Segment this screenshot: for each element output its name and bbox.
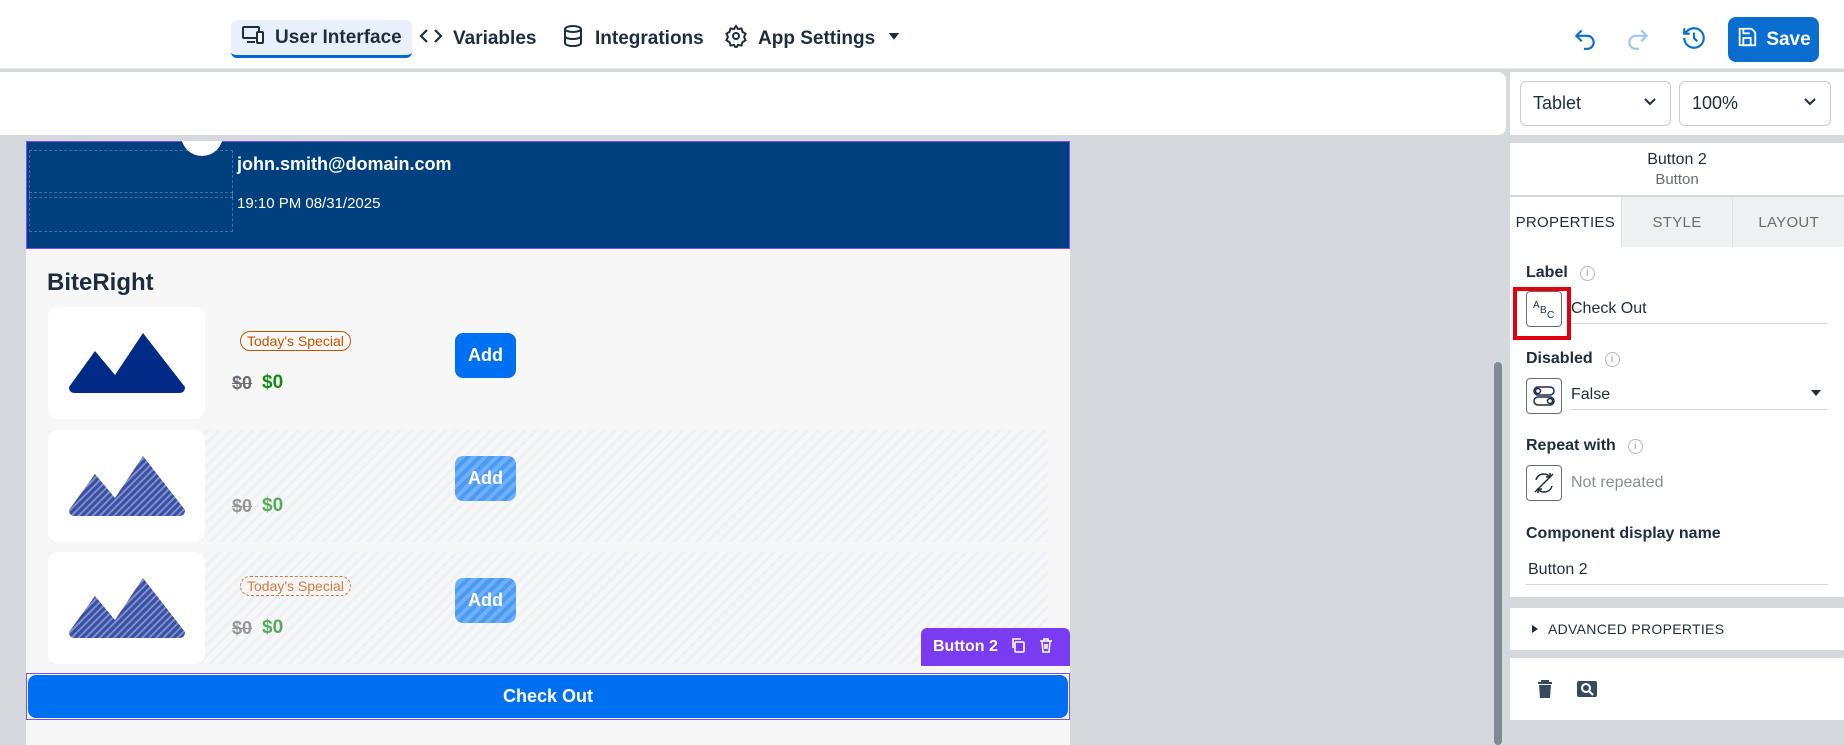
toggle-type-icon[interactable] xyxy=(1526,378,1562,414)
advanced-properties-toggle[interactable]: ADVANCED PROPERTIES xyxy=(1510,608,1844,650)
image-placeholder-icon xyxy=(48,307,205,419)
info-icon[interactable]: i xyxy=(1604,351,1620,367)
repeat-type-icon[interactable] xyxy=(1526,465,1562,501)
display-name-input-value: Button 2 xyxy=(1528,560,1588,578)
placeholder-slot xyxy=(29,150,233,198)
add-button[interactable]: Add xyxy=(455,456,516,501)
caret-down-icon[interactable] xyxy=(885,27,903,51)
display-name-input[interactable]: Button 2 xyxy=(1526,555,1828,585)
tab-app-settings[interactable]: App Settings xyxy=(714,20,913,58)
image-placeholder-icon xyxy=(48,552,205,664)
repeat-value[interactable]: Not repeated xyxy=(1571,468,1828,498)
label-title-text: Label xyxy=(1526,264,1568,281)
menu-item[interactable]: Today's Special $0 $0 Add xyxy=(48,552,1048,664)
copy-icon[interactable] xyxy=(1010,637,1026,658)
devices-icon xyxy=(241,23,265,53)
tab-integrations[interactable]: Integrations xyxy=(551,20,714,58)
caret-right-icon xyxy=(1530,621,1540,637)
selected-component-name: Button 2 xyxy=(933,638,998,655)
repeat-title-text: Repeat with xyxy=(1526,437,1616,454)
tab-user-interface[interactable]: User Interface xyxy=(231,20,412,58)
trash-icon[interactable] xyxy=(1038,637,1054,658)
chevron-down-icon xyxy=(1802,93,1818,114)
selected-component-tag: Button 2 xyxy=(921,628,1070,666)
tab-layout[interactable]: LAYOUT xyxy=(1732,197,1844,247)
disabled-select[interactable]: False xyxy=(1571,380,1828,410)
property-tabs: PROPERTIES STYLE LAYOUT xyxy=(1510,197,1844,247)
store-name: BiteRight xyxy=(47,269,154,296)
app-preview-canvas: john.smith@domain.com 19:10 PM 08/31/202… xyxy=(26,141,1070,745)
old-price: $0 xyxy=(232,373,253,393)
disabled-title-text: Disabled xyxy=(1526,350,1593,367)
redo-icon[interactable] xyxy=(1622,22,1654,54)
info-icon[interactable]: i xyxy=(1627,438,1643,454)
top-navigation-bar: User Interface Variables Integrations Ap… xyxy=(0,0,1844,69)
new-price: $0 xyxy=(262,495,284,516)
repeat-field-title: Repeat with i xyxy=(1526,437,1643,455)
database-icon xyxy=(561,24,585,54)
device-select[interactable]: Tablet xyxy=(1520,81,1671,126)
profile-header[interactable]: john.smith@domain.com 19:10 PM 08/31/202… xyxy=(26,141,1070,249)
disabled-select-value: False xyxy=(1571,385,1611,403)
label-input[interactable]: Check Out xyxy=(1571,294,1828,324)
add-button[interactable]: Add xyxy=(455,578,516,623)
tab-properties[interactable]: PROPERTIES xyxy=(1510,197,1621,247)
zoom-select[interactable]: 100% xyxy=(1679,81,1831,126)
canvas-scrollbar[interactable] xyxy=(1494,362,1502,745)
old-price: $0 xyxy=(232,618,253,638)
history-icon[interactable] xyxy=(1678,22,1710,54)
panel-footer xyxy=(1510,658,1844,720)
placeholder-slot xyxy=(29,192,233,232)
display-name-field-title: Component display name xyxy=(1526,525,1721,543)
code-icon xyxy=(419,24,443,54)
component-type: Button xyxy=(1655,171,1699,188)
checkout-button[interactable]: Check Out xyxy=(28,675,1068,718)
tab-label: User Interface xyxy=(275,26,402,48)
tab-style[interactable]: STYLE xyxy=(1620,197,1733,247)
new-price: $0 xyxy=(262,617,284,638)
device-select-value: Tablet xyxy=(1533,93,1582,113)
add-button[interactable]: Add xyxy=(455,333,516,378)
component-header: Button 2 Button xyxy=(1510,143,1844,195)
component-name: Button 2 xyxy=(1647,151,1707,168)
special-badge: Today's Special xyxy=(240,576,351,596)
undo-icon[interactable] xyxy=(1569,22,1601,54)
canvas-toolbar xyxy=(0,72,1506,135)
disabled-field-title: Disabled i xyxy=(1526,350,1620,368)
old-price: $0 xyxy=(232,496,253,516)
menu-item[interactable]: Today's Special $0 $0 Add xyxy=(48,307,1048,419)
special-badge: Today's Special xyxy=(240,331,351,351)
inspect-icon[interactable] xyxy=(1576,678,1598,700)
label-input-value: Check Out xyxy=(1571,299,1647,317)
save-icon xyxy=(1736,26,1758,54)
save-label: Save xyxy=(1766,28,1811,50)
checkout-button-selection: Check Out xyxy=(26,673,1070,720)
menu-item[interactable]: $0 $0 Add xyxy=(48,430,1048,542)
info-icon[interactable]: i xyxy=(1579,265,1595,281)
trash-icon[interactable] xyxy=(1534,678,1556,700)
advanced-properties-label: ADVANCED PROPERTIES xyxy=(1548,621,1725,637)
tab-label: Variables xyxy=(453,28,537,49)
gear-icon xyxy=(724,24,748,54)
save-button[interactable]: Save xyxy=(1728,17,1819,62)
caret-down-icon xyxy=(1810,386,1822,404)
chevron-down-icon xyxy=(1642,93,1658,114)
datetime-text: 19:10 PM 08/31/2025 xyxy=(237,195,381,212)
tab-label: Integrations xyxy=(595,28,704,49)
highlight-box xyxy=(1513,287,1571,340)
image-placeholder-icon xyxy=(48,430,205,542)
display-name-title-text: Component display name xyxy=(1526,525,1721,542)
user-email: john.smith@domain.com xyxy=(237,154,452,174)
zoom-select-value: 100% xyxy=(1692,93,1739,113)
tab-variables[interactable]: Variables xyxy=(409,20,546,58)
tab-label: App Settings xyxy=(758,28,876,49)
label-field-title: Label i xyxy=(1526,264,1595,282)
new-price: $0 xyxy=(262,372,284,393)
